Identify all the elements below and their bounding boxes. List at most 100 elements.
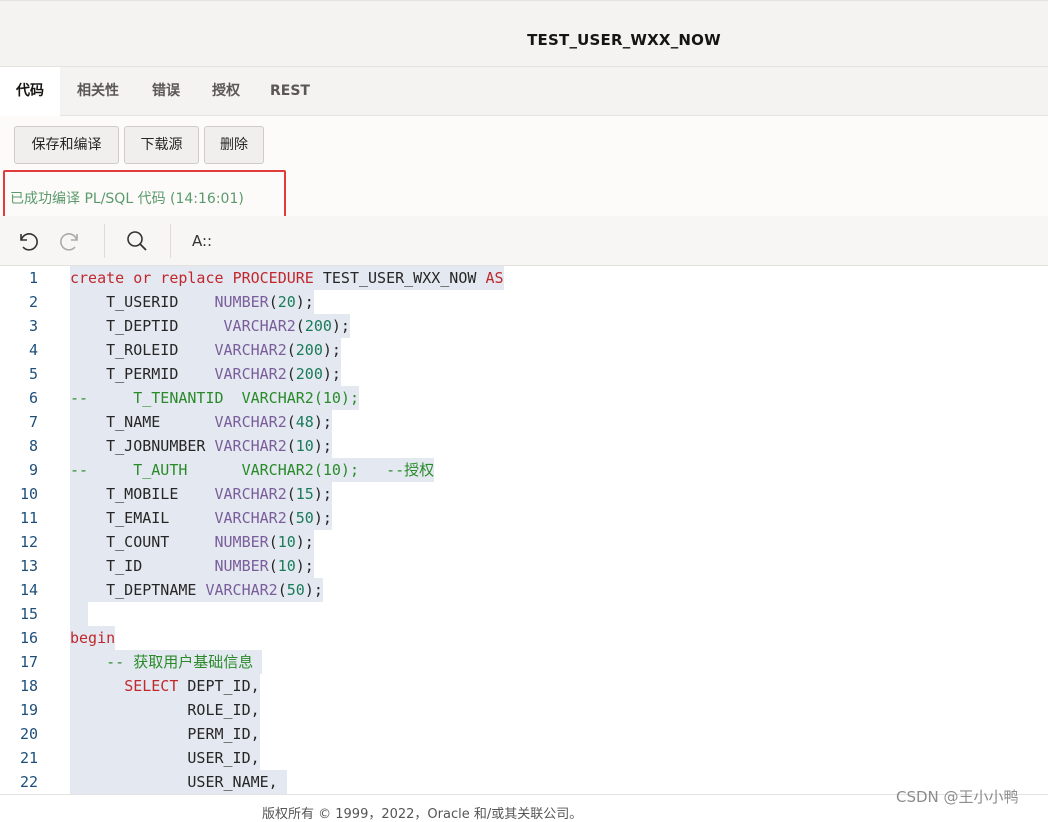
tab-errors[interactable]: 错误 — [136, 67, 196, 116]
line-number: 22 — [19, 773, 38, 791]
delete-button[interactable]: 删除 — [204, 126, 264, 164]
line-number: 21 — [19, 749, 38, 767]
code-token: 10 — [277, 557, 296, 575]
code-token: DEPT_ID, — [187, 677, 260, 695]
code-line: 20 PERM_ID, — [0, 722, 1048, 746]
code-text: T_JOBNUMBER VARCHAR2(10); — [70, 434, 332, 458]
code-line: 10 T_MOBILE VARCHAR2(15); — [0, 482, 1048, 506]
code-token: VARCHAR2 — [214, 365, 287, 383]
undo-icon[interactable] — [14, 228, 40, 254]
page-footer: 版权所有 © 1999，2022，Oracle 和/或其关联公司。 — [0, 794, 1048, 822]
code-line: 3 T_DEPTID VARCHAR2(200); — [0, 314, 1048, 338]
code-text: -- T_AUTH VARCHAR2(10); --授权 — [70, 458, 435, 482]
line-number: 11 — [19, 509, 38, 527]
line-number: 5 — [28, 365, 38, 383]
code-line: 11 T_EMAIL VARCHAR2(50); — [0, 506, 1048, 530]
code-token: ); — [295, 293, 314, 311]
code-token: 20 — [277, 293, 296, 311]
code-line: 14 T_DEPTNAME VARCHAR2(50); — [0, 578, 1048, 602]
redo-icon[interactable] — [58, 228, 84, 254]
code-text: PERM_ID, — [70, 722, 260, 746]
code-token: T_MOBILE — [70, 485, 215, 503]
code-token: T_USERID — [70, 293, 215, 311]
code-token: ); — [322, 365, 341, 383]
code-token: ); — [331, 317, 350, 335]
code-token: ( — [268, 533, 278, 551]
tab-rest[interactable]: REST — [256, 67, 324, 116]
code-token: SELECT — [124, 677, 188, 695]
code-token: T_PERMID — [70, 365, 215, 383]
search-icon[interactable] — [124, 228, 150, 254]
line-number: 12 — [19, 533, 38, 551]
code-token: 200 — [295, 341, 323, 359]
code-token: T_COUNT — [70, 533, 215, 551]
code-token: -- T_AUTH VARCHAR2(10); --授权 — [70, 461, 435, 479]
code-text — [70, 602, 89, 626]
code-token: T_EMAIL — [70, 509, 215, 527]
code-line: 21 USER_ID, — [0, 746, 1048, 770]
line-number: 18 — [19, 677, 38, 695]
page-title: TEST_USER_WXX_NOW — [527, 31, 721, 49]
editor-toolbar: A:: — [0, 216, 1048, 266]
font-size-icon[interactable]: A:: — [192, 228, 232, 254]
line-number: 2 — [28, 293, 38, 311]
code-token: 15 — [295, 485, 314, 503]
code-editor[interactable]: 1 create or replace PROCEDURE TEST_USER_W… — [0, 266, 1048, 794]
window-titlebar: TEST_USER_WXX_NOW — [0, 0, 1048, 66]
code-token: NUMBER — [214, 533, 269, 551]
code-token: VARCHAR2 — [223, 317, 296, 335]
code-token: create or replace — [70, 269, 233, 287]
code-token: ( — [268, 557, 278, 575]
code-token: -- 获取用户基础信息 — [70, 653, 263, 671]
code-text: T_ROLEID VARCHAR2(200); — [70, 338, 341, 362]
code-token: 10 — [277, 533, 296, 551]
code-token: VARCHAR2 — [214, 437, 287, 455]
code-token: ROLE_ID, — [70, 701, 260, 719]
code-text: T_DEPTID VARCHAR2(200); — [70, 314, 350, 338]
code-text: USER_ID, — [70, 746, 260, 770]
code-token: ( — [286, 341, 296, 359]
toolbar-divider — [170, 224, 171, 258]
code-text: ROLE_ID, — [70, 698, 260, 722]
code-line: 5 T_PERMID VARCHAR2(200); — [0, 362, 1048, 386]
code-token: 48 — [295, 413, 314, 431]
tab-dependencies[interactable]: 相关性 — [60, 67, 136, 116]
line-number: 6 — [28, 389, 38, 407]
code-line: 18 SELECT DEPT_ID, — [0, 674, 1048, 698]
tab-grants[interactable]: 授权 — [196, 67, 256, 116]
code-text: T_PERMID VARCHAR2(200); — [70, 362, 341, 386]
code-text: -- 获取用户基础信息 — [70, 650, 263, 674]
code-line: 13 T_ID NUMBER(10); — [0, 554, 1048, 578]
code-token: USER_ID, — [70, 749, 260, 767]
code-token: PERM_ID, — [70, 725, 260, 743]
code-token: TEST_USER_WXX_NOW — [322, 269, 486, 287]
code-token: T_NAME — [70, 413, 215, 431]
status-highlight-box — [3, 170, 286, 220]
code-line: 8 T_JOBNUMBER VARCHAR2(10); — [0, 434, 1048, 458]
code-text: SELECT DEPT_ID, — [70, 674, 260, 698]
code-line: 22 USER_NAME, — [0, 770, 1048, 794]
line-number: 20 — [19, 725, 38, 743]
download-source-button[interactable]: 下载源 — [124, 126, 199, 164]
code-token: ); — [322, 341, 341, 359]
line-number: 17 — [19, 653, 38, 671]
code-token: ); — [295, 533, 314, 551]
code-token: 50 — [286, 581, 305, 599]
code-line: 6 -- T_TENANTID VARCHAR2(10); — [0, 386, 1048, 410]
tab-code[interactable]: 代码 — [0, 67, 60, 116]
code-token: VARCHAR2 — [214, 413, 287, 431]
code-token: ( — [277, 581, 287, 599]
code-token: ( — [286, 509, 296, 527]
code-token: ); — [313, 509, 332, 527]
code-token: ); — [304, 581, 323, 599]
code-token: ( — [286, 437, 296, 455]
code-token: VARCHAR2 — [214, 485, 287, 503]
code-token: ( — [286, 365, 296, 383]
toolbar-divider — [104, 224, 105, 258]
code-line: 2 T_USERID NUMBER(20); — [0, 290, 1048, 314]
code-token: T_JOBNUMBER — [70, 437, 215, 455]
tab-bar: 代码 相关性 错误 授权 REST — [0, 66, 1048, 116]
save-compile-button[interactable]: 保存和编译 — [14, 126, 119, 164]
line-number: 8 — [28, 437, 38, 455]
